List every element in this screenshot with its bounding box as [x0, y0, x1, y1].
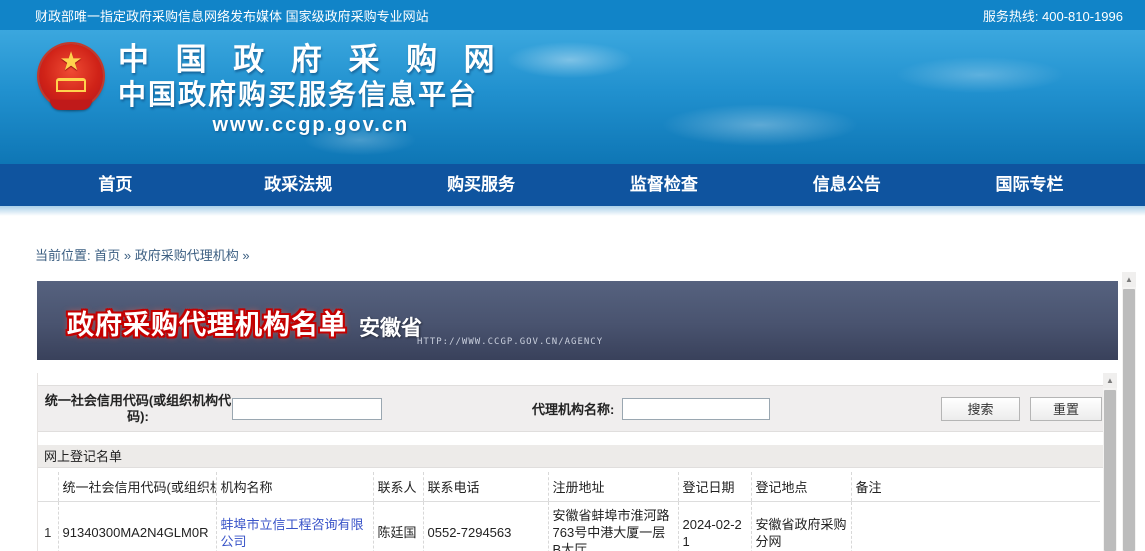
row-index: 1: [38, 502, 58, 551]
col-header-place: 登记地点: [751, 472, 851, 502]
national-emblem-icon: ★: [38, 42, 104, 118]
outer-scrollbar-thumb[interactable]: [1123, 289, 1135, 551]
agency-name-label: 代理机构名称:: [532, 399, 614, 418]
breadcrumb: 当前位置: 首页 » 政府采购代理机构 »: [35, 245, 1145, 264]
inner-scrollbar[interactable]: ▲: [1103, 373, 1117, 551]
nav-item-home[interactable]: 首页: [24, 164, 207, 206]
col-header-code: 统一社会信用代码(或组织机构代码): [58, 472, 216, 502]
table-header-row: 统一社会信用代码(或组织机构代码) 机构名称 联系人 联系电话 注册地址 登记日…: [38, 472, 1100, 502]
agency-table: 统一社会信用代码(或组织机构代码) 机构名称 联系人 联系电话 注册地址 登记日…: [38, 472, 1100, 551]
row-note: [851, 502, 1100, 551]
row-agency-name: 蚌埠市立信工程咨询有限公司: [216, 502, 373, 551]
nav-item-intl[interactable]: 国际专栏: [938, 164, 1121, 206]
row-date: 2024-02-21: [678, 502, 751, 551]
agency-name-link[interactable]: 蚌埠市立信工程咨询有限公司: [221, 517, 364, 549]
inner-scrollbar-thumb[interactable]: [1104, 390, 1116, 551]
table-row: 1 91340300MA2N4GLM0R 蚌埠市立信工程咨询有限公司 陈廷国 0…: [38, 502, 1100, 551]
site-url: www.ccgp.gov.cn: [118, 112, 504, 138]
banner-url: HTTP://WWW.CCGP.GOV.CN/AGENCY: [417, 337, 603, 347]
site-title: 中 国 政 府 采 购 网: [118, 42, 504, 78]
service-hotline: 服务热线: 400-810-1996: [983, 6, 1123, 25]
breadcrumb-section-link[interactable]: 政府采购代理机构: [135, 248, 239, 263]
banner-title: 政府采购代理机构名单: [67, 303, 347, 342]
row-place: 安徽省政府采购分网: [751, 502, 851, 551]
col-header-date: 登记日期: [678, 472, 751, 502]
scroll-up-arrow-icon[interactable]: ▲: [1103, 373, 1117, 388]
nav-fade-strip: [0, 206, 1145, 216]
col-header-contact: 联系人: [373, 472, 423, 502]
agency-content: 统一社会信用代码(或组织机构代码): 代理机构名称: 搜索 重置 网上登记名单 …: [37, 373, 1103, 551]
row-address: 安徽省蚌埠市淮河路763号中港大厦一层B大厅: [548, 502, 678, 551]
nav-item-notices[interactable]: 信息公告: [755, 164, 938, 206]
col-header-note: 备注: [851, 472, 1100, 502]
breadcrumb-label: 当前位置:: [35, 248, 94, 263]
main-nav: 首页 政采法规 购买服务 监督检查 信息公告 国际专栏: [0, 164, 1145, 206]
outer-scrollbar[interactable]: ▲: [1122, 272, 1136, 551]
site-subtitle: 中国政府购买服务信息平台: [118, 78, 504, 112]
breadcrumb-home-link[interactable]: 首页: [94, 248, 120, 263]
top-bar: 财政部唯一指定政府采购信息网络发布媒体 国家级政府采购专业网站 服务热线: 40…: [0, 0, 1145, 30]
credit-code-label: 统一社会信用代码(或组织机构代码):: [44, 393, 232, 425]
col-header-index: [38, 472, 58, 502]
col-header-address: 注册地址: [548, 472, 678, 502]
banner-region: 安徽省: [359, 312, 422, 342]
col-header-phone: 联系电话: [423, 472, 548, 502]
scroll-up-arrow-icon[interactable]: ▲: [1122, 272, 1136, 287]
row-credit-code: 91340300MA2N4GLM0R: [58, 502, 216, 551]
nav-item-supervise[interactable]: 监督检查: [572, 164, 755, 206]
registry-list-title: 网上登记名单: [38, 445, 1103, 468]
credit-code-input[interactable]: [232, 398, 382, 420]
site-logo[interactable]: ★ 中 国 政 府 采 购 网 中国政府购买服务信息平台 www.ccgp.go…: [38, 42, 504, 138]
masthead: ★ 中 国 政 府 采 购 网 中国政府购买服务信息平台 www.ccgp.go…: [0, 30, 1145, 164]
site-slogan: 财政部唯一指定政府采购信息网络发布媒体 国家级政府采购专业网站: [35, 6, 429, 25]
row-phone: 0552-7294563: [423, 502, 548, 551]
reset-button[interactable]: 重置: [1030, 397, 1102, 421]
agency-name-input[interactable]: [622, 398, 770, 420]
agency-list-banner: 政府采购代理机构名单 安徽省 HTTP://WWW.CCGP.GOV.CN/AG…: [37, 281, 1118, 360]
row-contact: 陈廷国: [373, 502, 423, 551]
nav-item-services[interactable]: 购买服务: [390, 164, 573, 206]
nav-item-policy[interactable]: 政采法规: [207, 164, 390, 206]
search-form: 统一社会信用代码(或组织机构代码): 代理机构名称: 搜索 重置: [38, 385, 1103, 432]
agency-panel: 政府采购代理机构名单 安徽省 HTTP://WWW.CCGP.GOV.CN/AG…: [0, 272, 1145, 551]
search-button[interactable]: 搜索: [941, 397, 1020, 421]
col-header-name: 机构名称: [216, 472, 373, 502]
